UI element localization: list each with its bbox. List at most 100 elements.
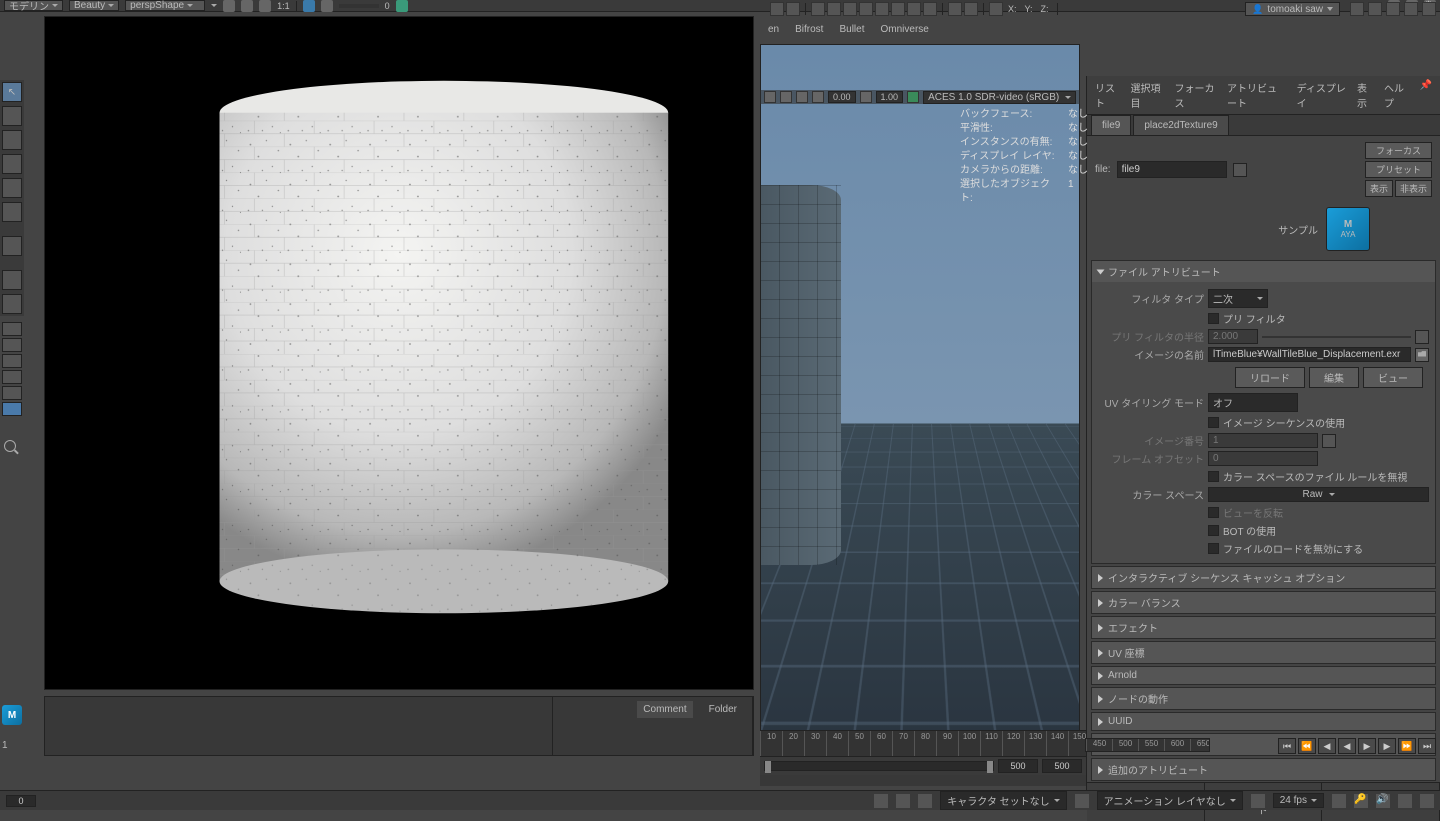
browse-icon[interactable]	[1233, 163, 1247, 177]
uv-tiling-dropdown[interactable]: オフ	[1208, 393, 1298, 412]
vp-icon[interactable]	[907, 91, 919, 103]
ae-menu-item[interactable]: アトリビュート	[1227, 80, 1287, 110]
status-icon[interactable]	[1332, 794, 1346, 808]
ae-menu-item[interactable]: ディスプレイ	[1297, 80, 1347, 110]
range-bar[interactable]	[764, 761, 994, 771]
clock-icon[interactable]	[812, 91, 824, 103]
section-header[interactable]: ファイル アトリビュート	[1092, 261, 1435, 282]
vp-tool-icon[interactable]	[907, 2, 921, 16]
vp-tool-icon[interactable]	[948, 2, 962, 16]
workspace-dropdown[interactable]: モデリン	[4, 0, 63, 11]
sound-icon[interactable]: 🔊	[1376, 794, 1390, 808]
character-set-dropdown[interactable]: キャラクタ セットなし	[940, 791, 1066, 810]
tool-icon[interactable]	[259, 0, 271, 12]
user-dropdown[interactable]: 👤tomoaki saw	[1245, 2, 1340, 16]
folder-icon[interactable]	[1415, 348, 1429, 362]
status-icon[interactable]	[896, 794, 910, 808]
vp-tool-icon[interactable]	[923, 2, 937, 16]
status-icon[interactable]	[918, 794, 932, 808]
vp-tool-icon[interactable]	[859, 2, 873, 16]
vp-tool-icon[interactable]	[770, 2, 784, 16]
time-ruler[interactable]: 1020304050607080901001101201301401501601…	[760, 731, 1086, 757]
pin-icon[interactable]: 📌	[1420, 80, 1432, 110]
go-to-end-button[interactable]: ⏭	[1418, 738, 1436, 754]
vp-tool-icon[interactable]	[786, 2, 800, 16]
focus-button[interactable]: フォーカス	[1365, 142, 1432, 159]
edit-button[interactable]: 編集	[1309, 367, 1359, 388]
filter-type-dropdown[interactable]: 二次	[1208, 289, 1268, 308]
app-icon[interactable]	[1404, 2, 1418, 16]
vp-icon[interactable]	[796, 91, 808, 103]
section-header[interactable]: 追加のアトリビュート	[1092, 759, 1435, 780]
time-ruler-extended[interactable]: 4505005506006507007508008509009501000105…	[1085, 738, 1210, 752]
ae-menu-item[interactable]: 表示	[1357, 80, 1374, 110]
tab-folder[interactable]: Folder	[703, 701, 743, 718]
vp-tool-icon[interactable]	[891, 2, 905, 16]
dropdown-arrow-icon[interactable]	[211, 4, 217, 7]
section-header[interactable]: カラー バランス	[1092, 592, 1435, 613]
pause-icon[interactable]	[964, 2, 978, 16]
vp-tool-icon[interactable]	[811, 2, 825, 16]
vp-tool-icon[interactable]	[875, 2, 889, 16]
layout-icon[interactable]	[2, 370, 22, 384]
current-frame-input[interactable]	[6, 795, 36, 807]
exposure-value[interactable]: 0.00	[828, 91, 856, 103]
use-sequence-checkbox[interactable]	[1208, 417, 1219, 428]
section-header[interactable]: UV 座標	[1092, 642, 1435, 663]
tab-comment[interactable]: Comment	[637, 701, 692, 718]
gamma-value[interactable]: 1.00	[876, 91, 904, 103]
cylinder-object[interactable]	[761, 185, 841, 565]
colorspace-dropdown[interactable]: ACES 1.0 SDR-video (sRGB)	[923, 91, 1076, 104]
menu-item[interactable]: Bifrost	[795, 24, 823, 35]
ignore-rules-checkbox[interactable]	[1208, 471, 1219, 482]
tool-icon[interactable]	[396, 0, 408, 12]
app-icon[interactable]	[1386, 2, 1400, 16]
step-back-button[interactable]: ◀	[1318, 738, 1336, 754]
tool-icon[interactable]	[2, 294, 22, 314]
menu-item[interactable]: Bullet	[839, 24, 864, 35]
menu-item[interactable]: en	[768, 24, 779, 35]
lasso-tool[interactable]	[2, 106, 22, 126]
play-forward-button[interactable]: ▶	[1358, 738, 1376, 754]
scale-tool[interactable]	[2, 202, 22, 222]
status-icon[interactable]	[1398, 794, 1412, 808]
preset-button[interactable]: プリセット	[1365, 161, 1432, 178]
search-icon[interactable]	[4, 440, 20, 456]
key-icon[interactable]: 🔑	[1354, 794, 1368, 808]
slider[interactable]	[339, 4, 379, 8]
paint-tool[interactable]	[2, 130, 22, 150]
colorspace-dropdown[interactable]: Raw	[1208, 487, 1429, 502]
connect-icon[interactable]	[1322, 434, 1336, 448]
go-to-start-button[interactable]: ⏮	[1278, 738, 1296, 754]
sample-swatch[interactable]: MAYA	[1326, 207, 1370, 251]
tool-icon[interactable]	[321, 0, 333, 12]
range-start-input[interactable]	[998, 759, 1038, 773]
vp-tool-icon[interactable]	[989, 2, 1003, 16]
layout-icon[interactable]	[2, 338, 22, 352]
hide-button[interactable]: 非表示	[1395, 180, 1432, 197]
select-tool[interactable]: ↖	[2, 82, 22, 102]
fps-dropdown[interactable]: 24 fps	[1273, 793, 1324, 808]
image-name-input[interactable]	[1208, 347, 1411, 362]
section-header[interactable]: UUID	[1092, 713, 1435, 730]
vp-icon[interactable]	[780, 91, 792, 103]
view-button[interactable]: ビュー	[1363, 367, 1423, 388]
status-icon[interactable]	[1075, 794, 1089, 808]
ae-menu-item[interactable]: フォーカス	[1175, 80, 1218, 110]
tool-icon[interactable]	[241, 0, 253, 12]
ae-menu-item[interactable]: 選択項目	[1131, 80, 1165, 110]
rotate-tool[interactable]	[2, 178, 22, 198]
anim-layer-dropdown[interactable]: アニメーション レイヤなし	[1097, 791, 1243, 810]
vp-tool-icon[interactable]	[827, 2, 841, 16]
disable-load-checkbox[interactable]	[1208, 543, 1219, 554]
show-button[interactable]: 表示	[1365, 180, 1393, 197]
renderer-dropdown[interactable]: Beauty	[69, 0, 119, 11]
layout-icon[interactable]	[2, 354, 22, 368]
tab-file9[interactable]: file9	[1091, 115, 1131, 135]
ae-menu-item[interactable]: リスト	[1095, 80, 1121, 110]
section-header[interactable]: ノードの動作	[1092, 688, 1435, 709]
use-bot-checkbox[interactable]	[1208, 525, 1219, 536]
layout-icon[interactable]	[2, 322, 22, 336]
vp-icon[interactable]	[764, 91, 776, 103]
section-header[interactable]: インタラクティブ シーケンス キャッシュ オプション	[1092, 567, 1435, 588]
